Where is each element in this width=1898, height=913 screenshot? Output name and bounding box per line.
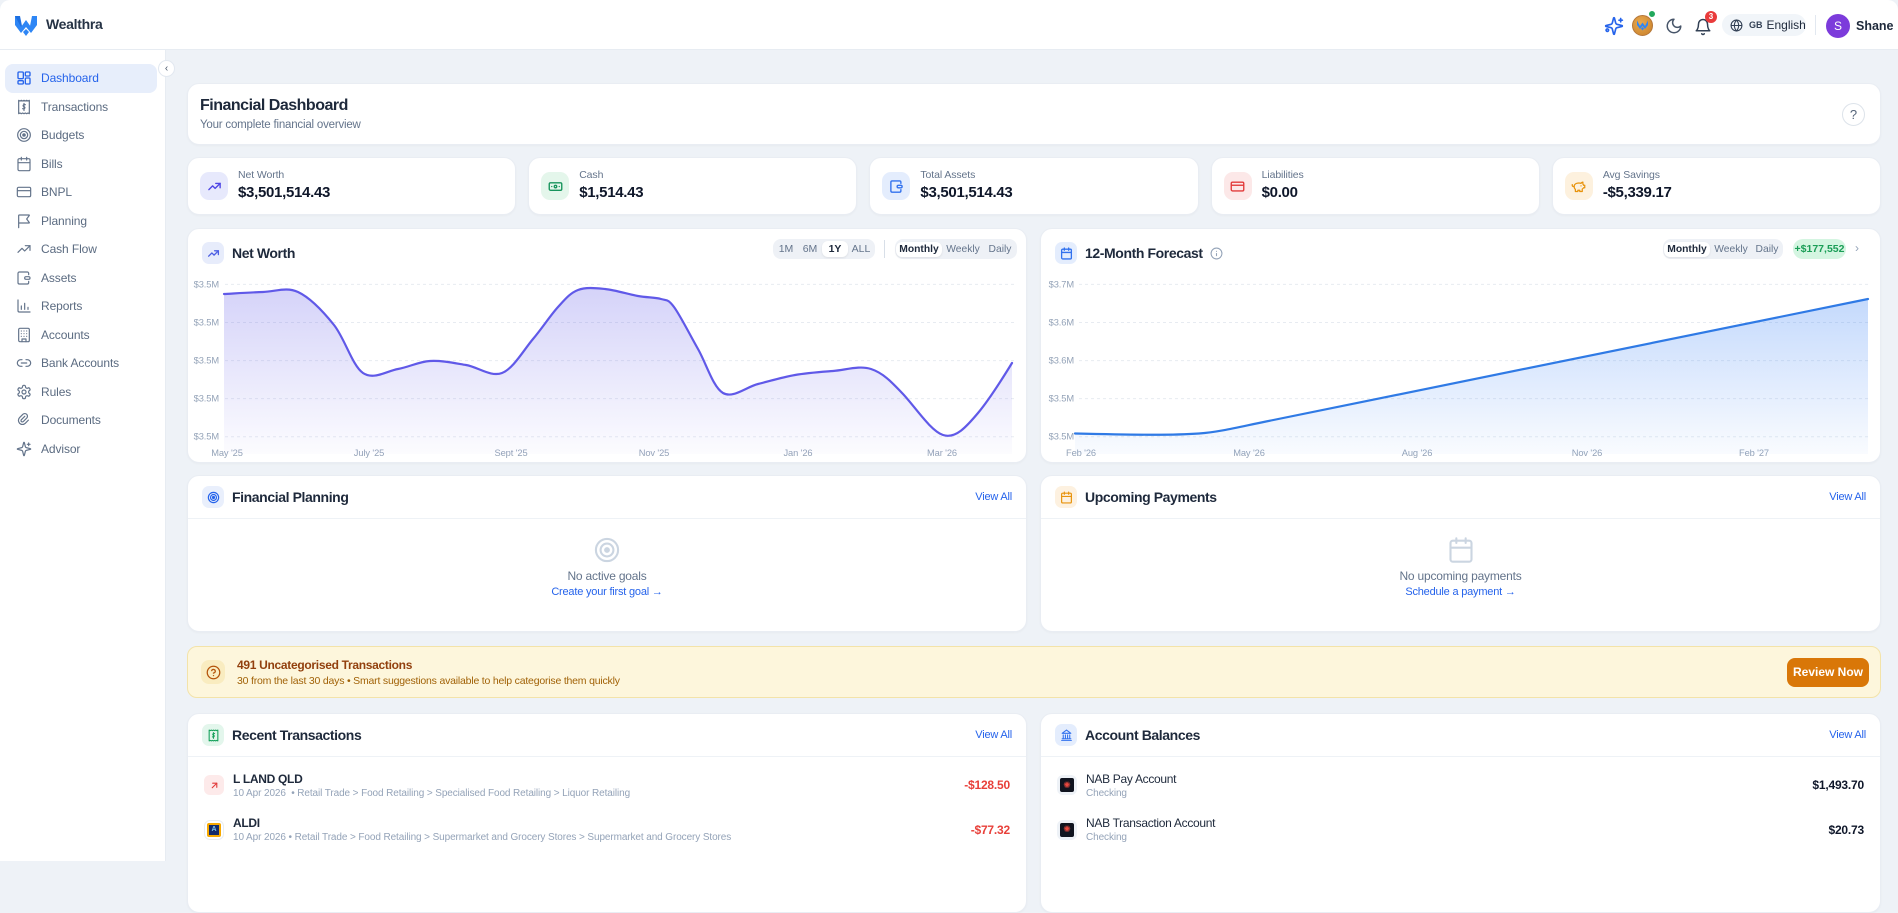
svg-text:$3.7M: $3.7M [1049,279,1074,289]
svg-text:$3.5M: $3.5M [194,356,219,366]
svg-text:$3.5M: $3.5M [1049,432,1074,442]
svg-text:$3.5M: $3.5M [1049,394,1074,404]
svg-text:$3.5M: $3.5M [194,279,219,289]
svg-text:$3.5M: $3.5M [194,432,219,442]
svg-text:$3.6M: $3.6M [1049,356,1074,366]
svg-text:$3.5M: $3.5M [194,318,219,328]
svg-text:$3.6M: $3.6M [1049,318,1074,328]
svg-text:$3.5M: $3.5M [194,394,219,404]
